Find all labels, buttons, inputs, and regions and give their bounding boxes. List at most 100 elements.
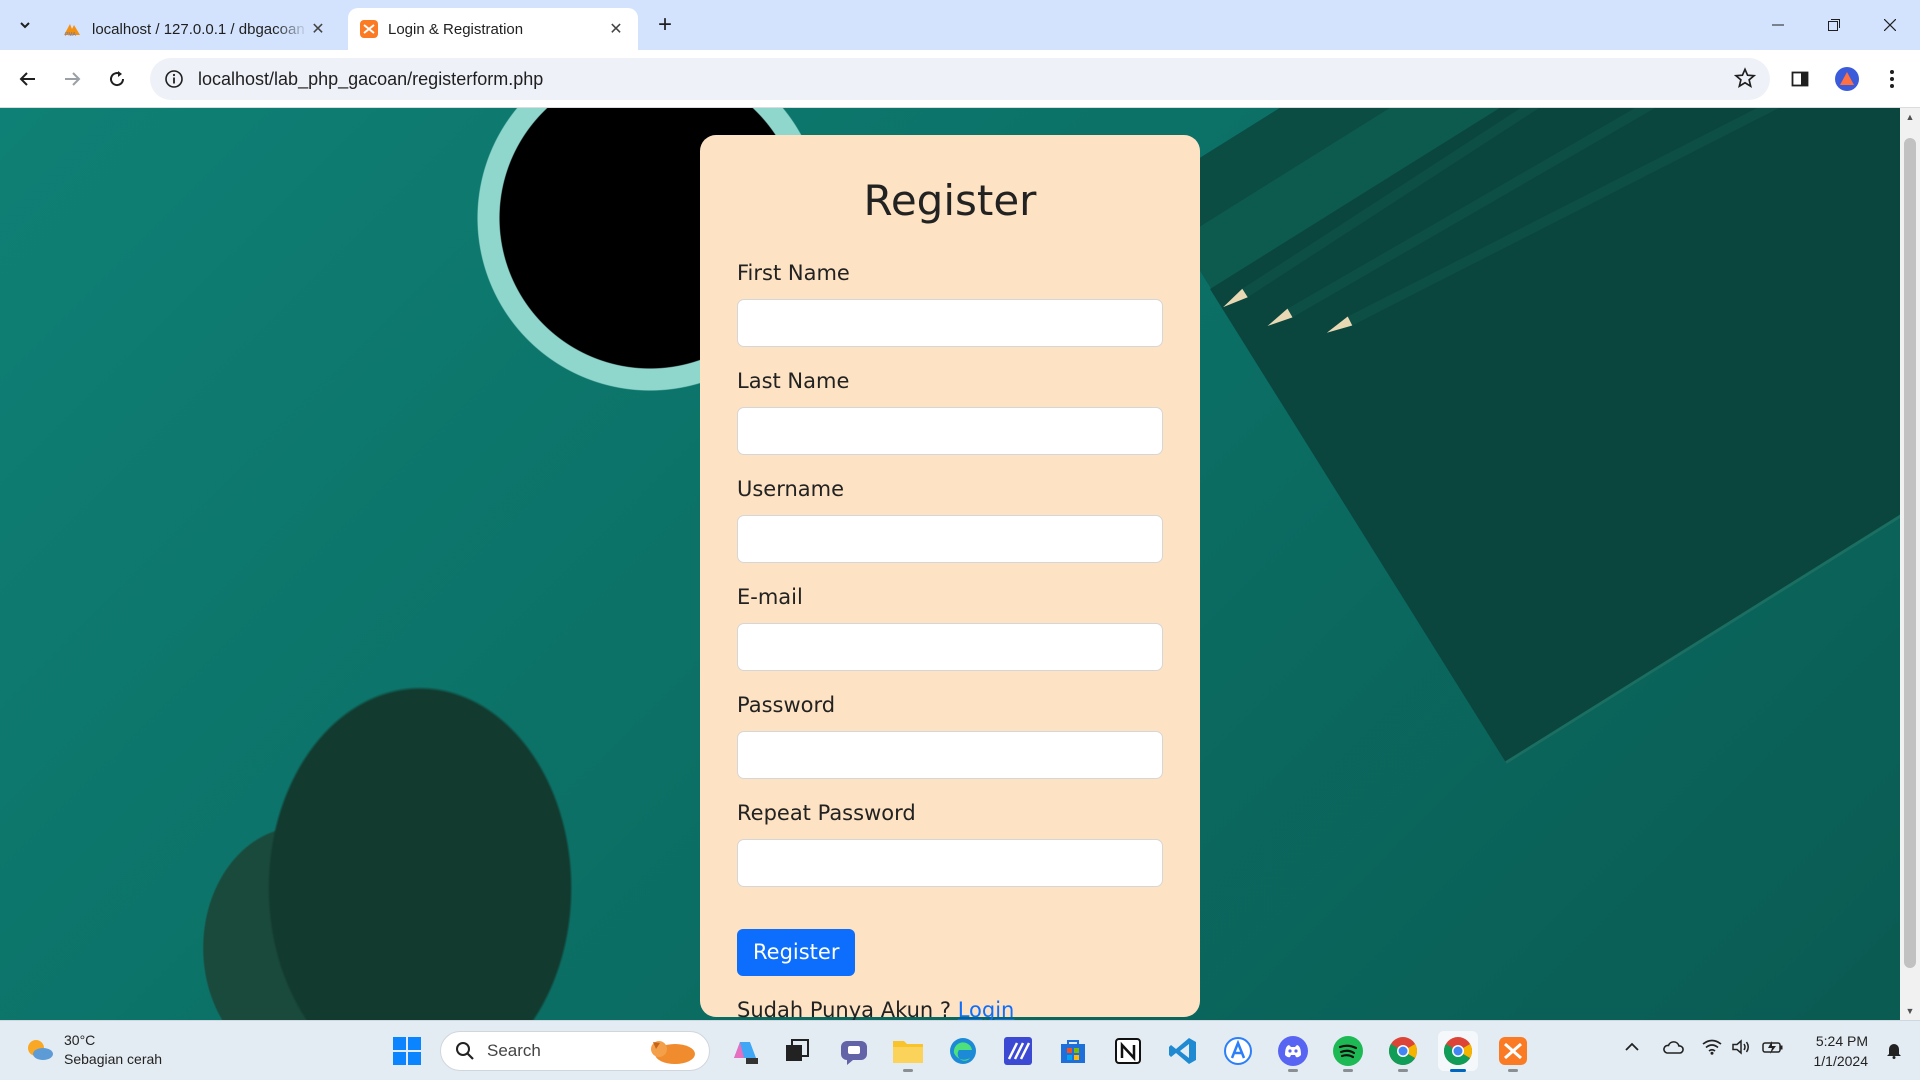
app-a-icon: [1224, 1037, 1252, 1065]
username-label: Username: [737, 477, 845, 501]
more-vertical-icon: [1890, 70, 1894, 88]
new-tab-button[interactable]: +: [650, 10, 680, 40]
close-icon: [1884, 19, 1896, 31]
taskbar-teams[interactable]: [834, 1031, 874, 1071]
weather-widget[interactable]: 30°C Sebagian cerah: [24, 1031, 162, 1069]
taskbar-app-blue[interactable]: [998, 1031, 1038, 1071]
site-info-icon[interactable]: [164, 69, 184, 89]
pen-app-icon: [1004, 1037, 1032, 1065]
notification-bell-icon[interactable]: [1886, 1041, 1902, 1064]
scroll-down-arrow-icon[interactable]: ▼: [1900, 1002, 1920, 1020]
reload-icon: [110, 71, 125, 87]
tab-search-button[interactable]: [8, 10, 42, 40]
wifi-icon[interactable]: [1702, 1039, 1722, 1058]
taskbar-file-explorer[interactable]: [888, 1031, 928, 1072]
volume-icon[interactable]: [1731, 1039, 1751, 1058]
taskbar-copilot[interactable]: [725, 1031, 765, 1071]
copilot-icon: [734, 1042, 758, 1064]
first-name-field: First Name: [737, 259, 1163, 347]
close-window-button[interactable]: [1862, 0, 1918, 50]
browser-toolbar: localhost/lab_php_gacoan/registerform.ph…: [0, 50, 1920, 108]
arrow-left-icon: [19, 72, 35, 86]
discord-icon: [1278, 1036, 1308, 1066]
arrow-right-icon: [65, 72, 81, 86]
username-input[interactable]: [737, 515, 1163, 563]
close-icon[interactable]: ✕: [606, 19, 626, 39]
taskbar-edge[interactable]: [943, 1031, 983, 1071]
tray-overflow-chevron-icon[interactable]: [1624, 1039, 1640, 1055]
last-name-input[interactable]: [737, 407, 1163, 455]
scroll-up-arrow-icon[interactable]: ▲: [1900, 108, 1920, 126]
task-view-icon: [786, 1039, 809, 1061]
tab-phpmyadmin[interactable]: PMA localhost / 127.0.0.1 / dbgacoan ✕: [50, 8, 340, 50]
taskbar-notion[interactable]: [1108, 1031, 1148, 1071]
restore-button[interactable]: [1806, 0, 1862, 50]
last-name-label: Last Name: [737, 369, 850, 393]
phpmyadmin-icon: PMA: [64, 24, 80, 37]
taskbar-microsoft-store[interactable]: [1053, 1031, 1093, 1071]
taskbar-chrome-active[interactable]: [1438, 1031, 1478, 1072]
profile-avatar[interactable]: [1831, 63, 1863, 95]
login-prompt-text: Sudah Punya Akun ?: [737, 998, 952, 1020]
url-text[interactable]: localhost/lab_php_gacoan/registerform.ph…: [198, 69, 543, 90]
page-viewport: Register First Name Last Name Username E…: [0, 108, 1900, 1020]
partly-sunny-icon: [28, 1040, 53, 1060]
last-name-field: Last Name: [737, 367, 1163, 455]
weather-desc: Sebagian cerah: [64, 1051, 163, 1067]
bookmark-star-icon[interactable]: [1734, 67, 1756, 89]
page-scrollbar[interactable]: ▲ ▼: [1900, 108, 1920, 1020]
chrome-icon: [1444, 1037, 1472, 1065]
taskbar-vscode[interactable]: [1163, 1031, 1203, 1071]
email-label: E-mail: [737, 585, 803, 609]
tab-title: Login & Registration: [388, 20, 524, 38]
tab-title: localhost / 127.0.0.1 / dbgacoan: [92, 20, 305, 38]
scroll-thumb[interactable]: [1904, 138, 1916, 968]
page-title: Register: [863, 176, 1037, 225]
taskbar-chrome-profile[interactable]: [1383, 1031, 1423, 1072]
xampp-icon: [360, 20, 378, 38]
search-placeholder: Search: [487, 1041, 541, 1060]
clock-date: 1/1/2024: [1813, 1053, 1869, 1069]
taskbar-search[interactable]: Search: [440, 1031, 710, 1071]
search-icon: [456, 1042, 474, 1060]
folder-icon: [893, 1041, 923, 1063]
first-name-input[interactable]: [737, 299, 1163, 347]
taskbar-discord[interactable]: [1273, 1031, 1313, 1072]
svg-text:PMA: PMA: [65, 32, 77, 37]
repeat-password-field: Repeat Password: [737, 799, 1163, 887]
reload-button[interactable]: [101, 63, 133, 95]
notion-icon: [1115, 1038, 1141, 1064]
windows-taskbar: 30°C Sebagian cerah Search 5:24 PM 1/1/2…: [0, 1020, 1920, 1080]
email-field: E-mail: [737, 583, 1163, 671]
side-panel-icon: [1791, 71, 1809, 87]
forward-button[interactable]: [56, 63, 88, 95]
register-button[interactable]: Register: [737, 929, 856, 976]
repeat-password-input[interactable]: [737, 839, 1163, 887]
back-button[interactable]: [12, 63, 44, 95]
address-bar[interactable]: localhost/lab_php_gacoan/registerform.ph…: [150, 58, 1770, 100]
taskbar-xampp[interactable]: [1493, 1031, 1533, 1072]
spotify-icon: [1333, 1036, 1363, 1066]
taskbar-app-a[interactable]: [1218, 1031, 1258, 1071]
taskbar-task-view[interactable]: [777, 1031, 817, 1071]
taskbar-spotify[interactable]: [1328, 1031, 1368, 1072]
password-input[interactable]: [737, 731, 1163, 779]
system-clock[interactable]: 5:24 PM 1/1/2024: [1814, 1031, 1869, 1071]
email-input[interactable]: [737, 623, 1163, 671]
onedrive-cloud-icon[interactable]: [1662, 1039, 1684, 1058]
battery-charging-icon[interactable]: [1762, 1039, 1784, 1058]
browser-tab-strip: PMA localhost / 127.0.0.1 / dbgacoan ✕ L…: [0, 0, 1920, 50]
browser-menu-button[interactable]: [1876, 63, 1908, 95]
login-link[interactable]: Login: [958, 998, 1015, 1020]
start-button[interactable]: [387, 1031, 427, 1071]
side-panel-button[interactable]: [1784, 63, 1816, 95]
tab-login-registration[interactable]: Login & Registration ✕: [348, 8, 638, 50]
login-prompt: Sudah Punya Akun ? Login: [737, 998, 1163, 1020]
restore-icon: [1828, 19, 1840, 31]
password-field: Password: [737, 691, 1163, 779]
chevron-down-icon: [20, 22, 30, 29]
close-icon[interactable]: ✕: [308, 19, 328, 39]
search-highlight-fox-icon: [651, 1041, 695, 1064]
xampp-icon: [1499, 1037, 1527, 1065]
minimize-button[interactable]: [1750, 0, 1806, 50]
